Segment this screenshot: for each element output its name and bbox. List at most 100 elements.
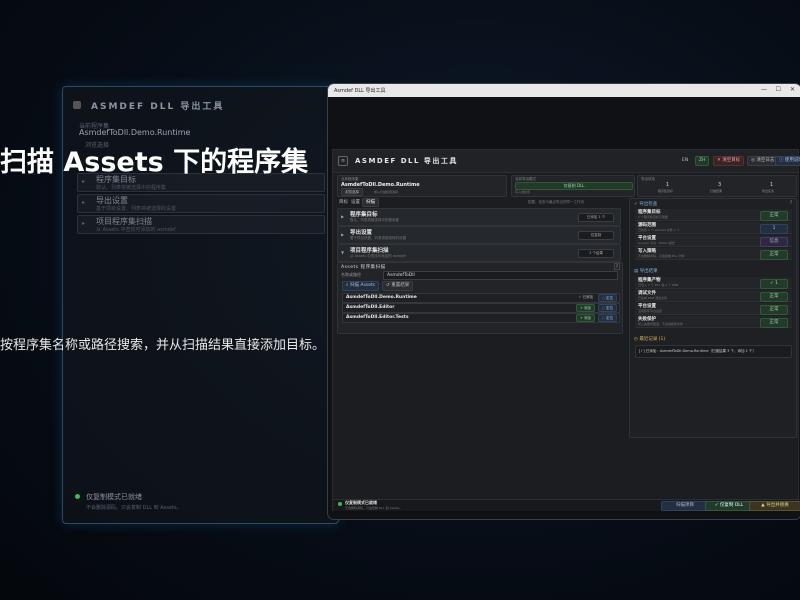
stat-number: 1 — [666, 182, 670, 188]
bg-row-settings: ▸ 导出设置 基于项目设置、列表将被选择的设置 — [77, 194, 325, 213]
section-sub: 从 Assets 中查找可添加的 asmdef — [350, 254, 406, 258]
export-mode-value[interactable]: 仅复制 DLL — [515, 182, 633, 190]
bg-ready-text: 仅复制模式已就绪 — [86, 493, 142, 501]
current-assembly-card: 当前程序集 AsmdefToDll.Demo.Runtime 浏览选择 或从扫描… — [337, 175, 507, 197]
reset-results-button[interactable]: ↺ 重置结果 — [382, 281, 414, 291]
reset-results-label: 重置结果 — [391, 283, 410, 288]
locate-button[interactable]: ◌ 定位 — [597, 314, 617, 322]
log-title: ◷ 最近记录 (1) — [634, 336, 665, 342]
bg-current-value: AsmdefToDll.Demo.Runtime — [79, 128, 191, 137]
stat-number: 1 — [770, 182, 774, 188]
scan-project-button[interactable]: 扫描项目 — [661, 501, 709, 511]
card-hint: 写入前检查 — [515, 190, 531, 194]
item-sub: 已找到 1 个 asmdef 文件 1 个 — [638, 228, 680, 232]
clear-targets-button[interactable]: ✕ 清空目标 — [713, 156, 745, 166]
bg-row-sub: 默认、列表将被选择中的程序集 — [96, 185, 167, 191]
tab-targets[interactable]: 目标 — [339, 199, 348, 205]
maximize-icon[interactable]: ☐ — [776, 86, 781, 93]
scan-panel: Assets 程序集扫描 ? 名称或路径 AsmdefToDll ⌕ 扫描 As… — [337, 262, 623, 334]
tab-settings[interactable]: 设置 — [351, 199, 360, 205]
section-title: 导出设置 — [350, 230, 373, 236]
help-icon[interactable]: ? — [790, 200, 792, 205]
item-sub: Anycpu 平台 · Editor 模式 — [638, 241, 675, 245]
add-button[interactable]: + 添加 — [575, 304, 595, 312]
section-title: 项目程序集扫描 — [350, 248, 389, 254]
chevron-right-icon: ▸ — [82, 178, 86, 185]
locate-button[interactable]: ◌ 定位 — [597, 294, 617, 302]
lang-en[interactable]: EN — [682, 158, 688, 163]
section-value: 仅复制 — [578, 231, 614, 240]
preflight-title: ✓ 导出检查 — [634, 201, 657, 207]
chevron-right-icon: ▶ — [341, 214, 345, 219]
app-icon — [73, 101, 81, 109]
export-status-card: 导出状态 1 程序集目标 3 扫描结果 1 导出任务 — [637, 175, 797, 197]
lang-zh-button[interactable]: ZH — [695, 156, 710, 166]
result-row: AsmdefToDll.Editor.Tests + 添加 ◌ 定位 — [342, 313, 620, 323]
card-hint: 或从扫描结果选择 — [374, 190, 399, 194]
copy-dll-button[interactable]: ✓ 仅复制 DLL — [705, 501, 753, 511]
added-tag: ✓ 已添加 — [578, 295, 593, 299]
section-value: 3 个结果 — [578, 249, 614, 258]
log-title-text: 最近记录 (1) — [639, 337, 666, 342]
section-sub: 默认、列表将被选择中的程序集 — [350, 218, 399, 222]
main-window: Asmdef DLL 导出工具 — ☐ ✕ ≡ ASMDEF DLL 导出工具 … — [327, 83, 800, 520]
bg-row-sub: 从 Assets 中查找可添加的 asmdef — [96, 227, 176, 233]
result-name: AsmdefToDll.Demo.Runtime — [346, 295, 417, 300]
close-icon[interactable]: ✕ — [790, 86, 795, 93]
result-name: AsmdefToDll.Editor.Tests — [346, 315, 409, 320]
preflight-item: 源码范围 已找到 1 个 asmdef 文件 1 个 1 — [635, 222, 792, 234]
window-titlebar[interactable]: Asmdef DLL 导出工具 — ☐ ✕ — [328, 84, 800, 97]
bg-window-title: ASMDEF DLL 导出工具 — [91, 102, 225, 112]
guide-button[interactable]: ⓘ 使用说明 — [775, 156, 800, 166]
result-row: AsmdefToDll.Editor + 添加 ◌ 定位 — [342, 303, 620, 313]
tab-hint: 配置、检查与最近导出的同一工作流 — [528, 200, 584, 204]
item-status: ✓ 1 — [760, 279, 788, 289]
locate-button[interactable]: ◌ 定位 — [597, 304, 617, 312]
overlay-caption: 按程序集名称或路径搜索，并从扫描结果直接添加目标。 — [0, 338, 326, 353]
chevron-right-icon: ▸ — [82, 220, 86, 227]
section-targets[interactable]: ▶ 程序集目标 默认、列表将被选择中的程序集 已添加 1 个 — [337, 208, 621, 226]
item-sub: 已写入 1 个 DLL 和 1 个 PDB — [638, 283, 679, 287]
log-entry: [✓] 已添加：AsmdefToDll.Demo.Runtime（扫描结果 3 … — [635, 345, 792, 358]
item-status: 正常 — [760, 318, 788, 328]
app-title: ASMDEF DLL 导出工具 — [355, 157, 458, 165]
help-icon[interactable]: ? — [613, 263, 620, 270]
item-status: 1 — [760, 224, 788, 234]
output-title-text: 导出结果 — [639, 269, 658, 274]
bg-row-sub: 基于项目设置、列表将被选择的设置 — [96, 206, 177, 212]
item-status: 正常 — [760, 211, 788, 221]
footer-bar: 仅复制模式已就绪 不会删除源码，只会复制 DLL 到 Assets。 扫描项目 … — [333, 499, 800, 511]
clear-log-button[interactable]: ◎ 清空日志 — [747, 156, 779, 166]
menu-icon[interactable]: ≡ — [338, 156, 348, 166]
section-settings[interactable]: ▶ 导出设置 基于项目设置、列表将被选择的设置 仅复制 — [337, 226, 621, 244]
tab-scan[interactable]: 扫描 — [362, 198, 379, 207]
minimize-icon[interactable]: — — [761, 86, 767, 93]
bg-ready-sub: 不会删除源码。只会复制 DLL 到 Assets。 — [86, 505, 182, 511]
add-button[interactable]: + 添加 — [575, 314, 595, 322]
output-item: 平台设置 沿用原有平台设置 正常 — [635, 303, 792, 315]
search-input[interactable]: AsmdefToDll — [383, 271, 618, 280]
stat-number: 3 — [718, 182, 722, 188]
stat-label: 导出任务 — [762, 189, 775, 193]
result-row: AsmdefToDll.Demo.Runtime ✓ 已添加 ◌ 定位 — [342, 293, 620, 303]
item-status: 正常 — [760, 250, 788, 260]
app-root: ≡ ASMDEF DLL 导出工具 EN ZH ✕ 清空目标 ◎ 清空日志 ⓘ … — [332, 149, 800, 511]
export-replace-button[interactable]: ▲ 导出并替换 — [749, 501, 800, 511]
scan-assets-button[interactable]: ⌕ 扫描 Assets — [342, 281, 380, 291]
right-panel: ✓ 导出检查 ? 程序集目标 1 个程序集目标已就绪 正常 源码范围 已找到 1… — [629, 198, 797, 438]
bg-row-scan: ▸ 项目程序集扫描 从 Assets 中查找可添加的 asmdef — [77, 215, 325, 234]
section-title: 程序集目标 — [350, 212, 378, 218]
footer-ready-sub: 不会删除源码，只会复制 DLL 到 Assets。 — [345, 506, 403, 510]
app-header: ≡ ASMDEF DLL 导出工具 EN ZH ✕ 清空目标 ◎ 清空日志 ⓘ … — [333, 150, 800, 173]
export-mode-card: 当前导出模式 仅复制 DLL 写入前检查 — [511, 175, 635, 197]
browse-button[interactable]: 浏览选择 — [341, 188, 363, 196]
chevron-right-icon: ▸ — [82, 199, 86, 206]
card-label: 导出状态 — [641, 177, 655, 181]
overlay-headline: 扫描 Assets 下的程序集 — [0, 147, 309, 178]
status-dot-icon — [338, 502, 342, 506]
section-scan[interactable]: ▼ 项目程序集扫描 从 Assets 中查找可添加的 asmdef 3 个结果 — [337, 244, 621, 262]
preflight-item: 写入策略 不会删除源码，只会复制 DLL 文件 正常 — [635, 248, 792, 260]
item-status: 正常 — [760, 305, 788, 315]
item-sub: 沿用原有平台设置 — [638, 309, 663, 313]
search-label: 名称或路径 — [341, 272, 361, 277]
